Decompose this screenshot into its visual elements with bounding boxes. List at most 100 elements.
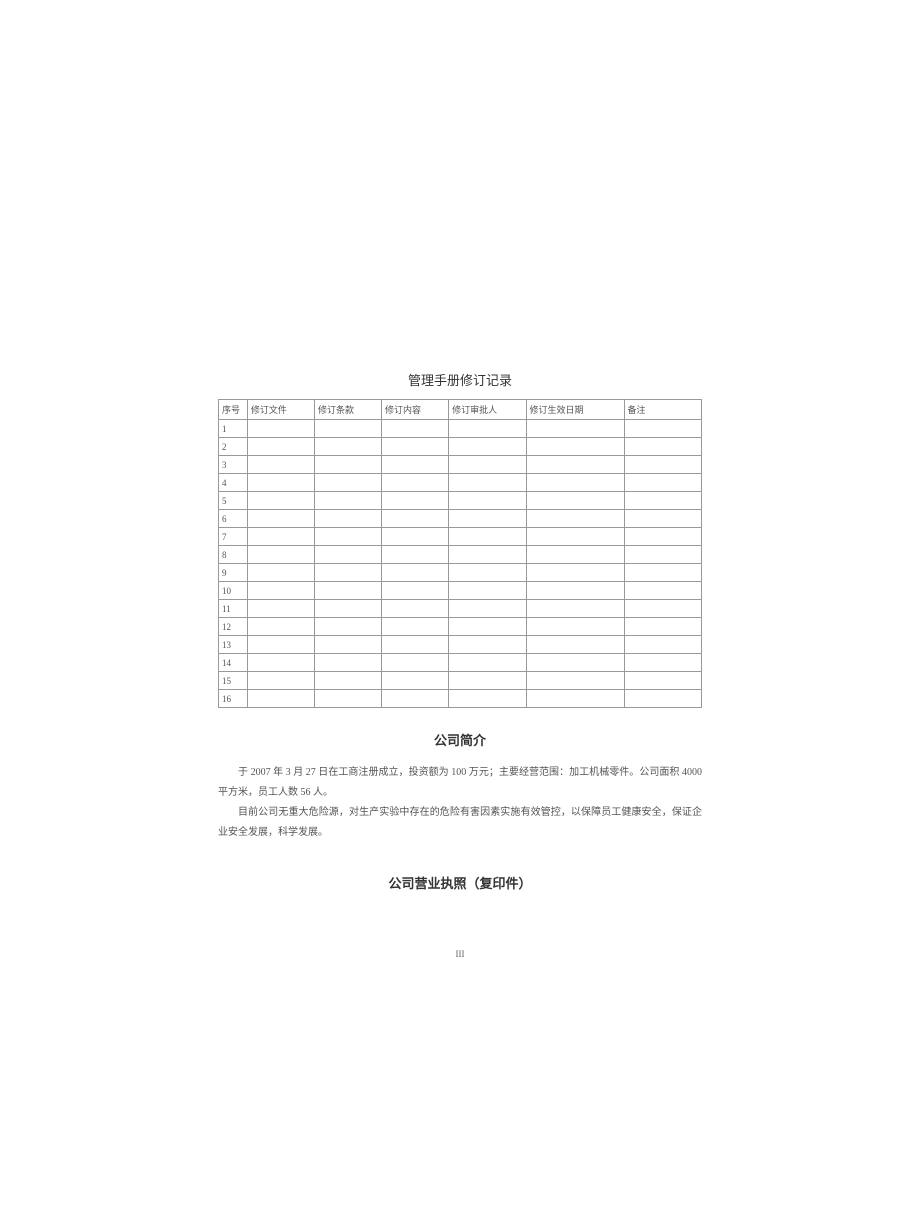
cell-seq: 8 [219,546,248,564]
cell-seq: 11 [219,600,248,618]
cell [247,492,314,510]
table-row: 12 [219,618,702,636]
cell [526,636,624,654]
table-row: 2 [219,438,702,456]
cell-seq: 15 [219,672,248,690]
cell [449,690,526,708]
cell [449,618,526,636]
cell [382,474,449,492]
cell [449,528,526,546]
cell [526,690,624,708]
table-row: 11 [219,600,702,618]
table-row: 8 [219,546,702,564]
cell [624,438,701,456]
cell [314,618,381,636]
cell [526,456,624,474]
cell [526,546,624,564]
table-row: 13 [219,636,702,654]
cell [314,492,381,510]
table-row: 9 [219,564,702,582]
cell [624,582,701,600]
table-row: 7 [219,528,702,546]
cell-seq: 6 [219,510,248,528]
cell [624,474,701,492]
table-row: 16 [219,690,702,708]
cell [449,636,526,654]
cell [526,510,624,528]
cell [526,528,624,546]
cell-seq: 4 [219,474,248,492]
cell [314,690,381,708]
cell [449,582,526,600]
cell [382,528,449,546]
cell [314,420,381,438]
table-row: 5 [219,492,702,510]
cell [382,438,449,456]
cell [382,582,449,600]
header-date: 修订生效日期 [526,400,624,420]
cell [449,564,526,582]
cell [247,654,314,672]
cell [314,546,381,564]
cell [247,618,314,636]
cell [314,510,381,528]
cell [449,510,526,528]
cell [526,474,624,492]
page-number: III [0,949,920,959]
cell [624,492,701,510]
cell [449,600,526,618]
cell-seq: 12 [219,618,248,636]
cell [247,690,314,708]
header-approver: 修订审批人 [449,400,526,420]
cell [526,420,624,438]
table-row: 14 [219,654,702,672]
page-content: 管理手册修订记录 序号 修订文件 修订条款 修订内容 修订审批人 修订生效日期 … [0,370,920,892]
revision-table-body: 1 2 3 4 5 6 7 8 9 10 11 12 13 14 15 16 [219,420,702,708]
header-remark: 备注 [624,400,701,420]
cell [314,582,381,600]
cell [247,474,314,492]
cell [247,528,314,546]
cell [449,438,526,456]
cell [624,528,701,546]
cell [382,564,449,582]
company-intro-text: 于 2007 年 3 月 27 日在工商注册成立，投资额为 100 万元；主要经… [218,763,702,843]
cell-seq: 7 [219,528,248,546]
cell [526,672,624,690]
table-row: 10 [219,582,702,600]
cell [314,600,381,618]
cell [314,564,381,582]
cell [624,636,701,654]
cell [247,672,314,690]
cell [247,564,314,582]
cell [247,582,314,600]
cell [624,654,701,672]
cell-seq: 1 [219,420,248,438]
cell [526,600,624,618]
cell [624,546,701,564]
cell [449,672,526,690]
cell [314,438,381,456]
cell [247,438,314,456]
cell [449,456,526,474]
license-title: 公司营业执照（复印件） [388,873,531,892]
cell [314,456,381,474]
cell [449,654,526,672]
cell [449,474,526,492]
cell-seq: 2 [219,438,248,456]
cell [247,510,314,528]
cell [382,636,449,654]
cell-seq: 9 [219,564,248,582]
intro-paragraph-2: 目前公司无重大危险源，对生产实验中存在的危险有害因素实施有效管控，以保障员工健康… [218,803,702,843]
cell [624,420,701,438]
cell-seq: 16 [219,690,248,708]
revision-table: 序号 修订文件 修订条款 修订内容 修订审批人 修订生效日期 备注 1 2 3 … [218,399,702,708]
table-row: 1 [219,420,702,438]
cell-seq: 3 [219,456,248,474]
cell [624,564,701,582]
header-seq: 序号 [219,400,248,420]
company-intro-section: 公司简介 于 2007 年 3 月 27 日在工商注册成立，投资额为 100 万… [218,730,702,843]
cell-seq: 5 [219,492,248,510]
cell-seq: 13 [219,636,248,654]
table-row: 6 [219,510,702,528]
